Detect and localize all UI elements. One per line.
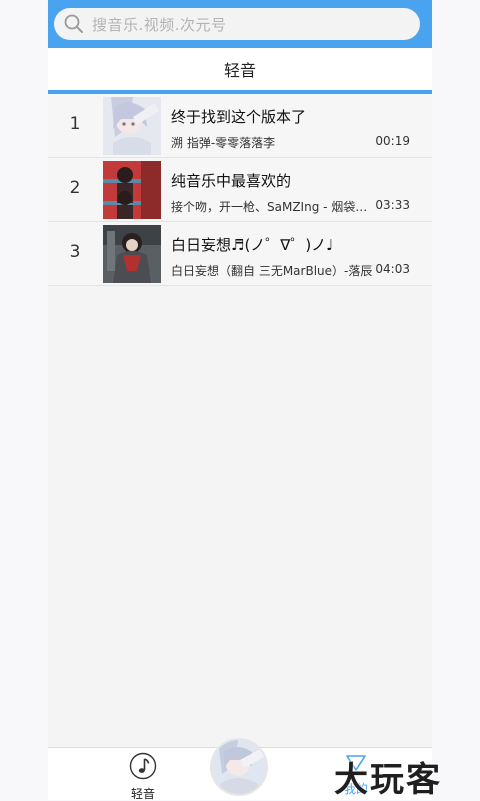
- song-title: 纯音乐中最喜欢的: [171, 172, 292, 190]
- song-cover: [103, 225, 161, 283]
- top-bar: 搜音乐.视频.次元号: [48, 0, 432, 48]
- song-list: 1 终于找到这个版本了 溯 指弹-零零落落李 00:19 2 纯音乐中最喜欢的 …: [48, 94, 432, 286]
- search-placeholder: 搜音乐.视频.次元号: [92, 15, 227, 34]
- song-artist: 白日妄想（翻自 三无MarBlue）-落辰: [171, 264, 373, 278]
- page-title: 轻音: [223, 61, 256, 80]
- tab-light-music[interactable]: 轻音: [126, 752, 160, 800]
- song-rank: 1: [69, 114, 81, 134]
- watermark-text: 大玩客: [334, 760, 442, 800]
- song-row[interactable]: 1 终于找到这个版本了 溯 指弹-零零落落李 00:19: [48, 94, 432, 158]
- song-cover: [103, 161, 161, 219]
- song-title: 白日妄想♬(ノ゜∇゜)ノ♩: [171, 236, 334, 254]
- tab-light-music-label: 轻音: [130, 787, 155, 800]
- page-header: 轻音: [48, 48, 432, 94]
- song-rank: 3: [69, 242, 81, 262]
- app-screen: 搜音乐.视频.次元号 轻音 1 终于找到这个版本了 溯 指弹-零零落落李 00:…: [48, 0, 432, 800]
- now-playing-button[interactable]: [210, 738, 268, 796]
- song-row[interactable]: 2 纯音乐中最喜欢的 接个吻，开一枪、SaMZIng - 烟袋斜杆 03:33: [48, 158, 432, 222]
- song-duration: 03:33: [375, 198, 410, 212]
- search-input[interactable]: 搜音乐.视频.次元号: [54, 8, 420, 40]
- song-artist: 溯 指弹-零零落落李: [171, 136, 276, 150]
- song-title: 终于找到这个版本了: [171, 108, 307, 126]
- music-note-icon: [129, 752, 157, 780]
- song-artist: 接个吻，开一枪、SaMZIng - 烟袋斜杆: [171, 200, 376, 214]
- search-icon: [64, 14, 83, 33]
- song-cover: [103, 97, 161, 155]
- song-duration: 04:03: [375, 262, 410, 276]
- song-row[interactable]: 3 白日妄想♬(ノ゜∇゜)ノ♩ 白日妄想（翻自 三无MarBlue）-落辰 04…: [48, 222, 432, 286]
- song-rank: 2: [69, 178, 81, 198]
- song-duration: 00:19: [375, 134, 410, 148]
